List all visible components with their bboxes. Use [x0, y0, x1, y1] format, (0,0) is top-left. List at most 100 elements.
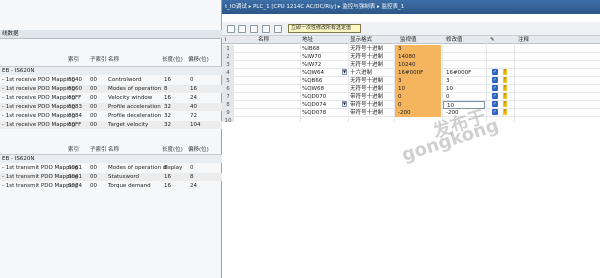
panel-title: 线数据: [0, 30, 222, 39]
grid-row[interactable]: 1 %IB68 无符号十进制 3: [222, 45, 600, 53]
pdo-name: Profile deceleration: [108, 113, 162, 119]
modify-checkbox[interactable]: ✓: [492, 93, 498, 99]
pdo-offset: 72: [190, 113, 197, 119]
modify-checkbox[interactable]: ✓: [492, 85, 498, 91]
pdo-name: Profile acceleration: [108, 104, 161, 110]
pdo-index: 6040: [68, 77, 82, 83]
grid-row[interactable]: 6 %QW68 无符号十进制 10 10 ✓!: [222, 85, 600, 93]
pdo-name: Target velocity: [108, 122, 149, 128]
pdo-subindex: 00: [90, 174, 97, 180]
insert-row-icon[interactable]: [227, 25, 235, 33]
rx-table-header: 索引 子索引 名称 长度(位) 偏移(位): [0, 56, 222, 64]
pdo-offset: 16: [190, 86, 197, 92]
modify-value[interactable]: 10: [446, 85, 453, 93]
row-number: 4: [222, 69, 234, 77]
rx-group-label[interactable]: EB - IS620N: [0, 66, 222, 75]
grid-separator: [442, 36, 443, 122]
col-modify-value: 修改值: [446, 37, 463, 43]
col-name-header: 名称: [108, 57, 120, 63]
pdo-row[interactable]: - 1st receive PDO Mapping 60FF 00 Velocity …: [0, 94, 222, 102]
modify-value[interactable]: 16#000F: [446, 69, 471, 77]
col-name-header: 名称: [108, 147, 120, 153]
monitor-value: 14080: [398, 54, 416, 60]
grid-row[interactable]: 4 %QW64 十六进制 16#000F 16#000F ▼ ✓!: [222, 69, 600, 77]
monitor-value: 10240: [398, 62, 416, 68]
address-cell[interactable]: %QD070: [302, 93, 326, 101]
format-cell[interactable]: 带符号十进制: [350, 109, 383, 117]
io-data-panel: 线数据 索引 子索引 名称 长度(位) 偏移(位) EB - IS620N - …: [0, 0, 222, 278]
modify-checkbox[interactable]: ✓: [492, 69, 498, 75]
pdo-mapping: - 1st transmit PDO Mapping: [2, 174, 79, 180]
pdo-mapping: - 1st receive PDO Mapping: [2, 77, 76, 83]
grid-row[interactable]: 7 %QD070 带符号十进制 0 0 ✓!: [222, 93, 600, 101]
address-cell[interactable]: %IW70: [302, 53, 321, 61]
format-cell[interactable]: 无符号十进制: [350, 53, 383, 61]
grid-row[interactable]: 9 %QD078 带符号十进制 -200 -200 ✓!: [222, 109, 600, 117]
pdo-row[interactable]: - 1st transmit PDO Mapping 6061 00 Modes of…: [0, 164, 222, 172]
col-display-format: 显示格式: [350, 37, 373, 43]
pdo-row[interactable]: - 1st transmit PDO Mapping 6041 00 Statuswo…: [0, 173, 222, 181]
pdo-index: 6060: [68, 86, 82, 92]
address-cell[interactable]: %IW72: [302, 61, 321, 69]
pdo-offset: 40: [190, 104, 197, 110]
grid-separator: [514, 36, 515, 122]
modify-value[interactable]: 0: [446, 93, 450, 101]
grid-row[interactable]: 5 %QB66 无符号十进制 3 3 ✓!: [222, 77, 600, 85]
col-length-header: 长度(位): [162, 147, 183, 153]
address-cell[interactable]: %QB66: [302, 77, 322, 85]
format-dropdown-icon[interactable]: ▼: [342, 69, 347, 75]
pdo-mapping: - 1st receive PDO Mapping: [2, 122, 76, 128]
address-cell[interactable]: %QW64: [302, 69, 324, 77]
pdo-offset: 0: [190, 165, 194, 171]
col-subindex-header: 子索引: [90, 57, 107, 63]
pdo-offset: 104: [190, 122, 201, 128]
col-length-header: 长度(位): [162, 57, 183, 63]
trigger-modify-icon[interactable]: [274, 25, 282, 33]
format-cell[interactable]: 带符号十进制: [350, 93, 383, 101]
address-cell[interactable]: %QW68: [302, 85, 324, 93]
pdo-length: 32: [164, 104, 171, 110]
format-cell[interactable]: 无符号十进制: [350, 85, 383, 93]
toolbar-tooltip: 立即一次性修改所有选定值: [288, 24, 361, 33]
pdo-name: Statusword: [108, 174, 140, 180]
pdo-mapping: - 1st transmit PDO Mapping: [2, 183, 79, 189]
format-dropdown-icon[interactable]: ▼: [342, 101, 347, 107]
col-row-number: i: [225, 37, 227, 43]
pdo-offset: 24: [190, 183, 197, 189]
row-number: 8: [222, 101, 234, 109]
format-cell[interactable]: 带符号十进制: [350, 101, 383, 109]
row-number: 3: [222, 61, 234, 69]
pdo-offset: 0: [190, 77, 194, 83]
add-row-icon[interactable]: [238, 25, 246, 33]
modify-checkbox[interactable]: ✓: [492, 101, 498, 107]
pdo-row[interactable]: - 1st transmit PDO Mapping 6074 00 Torque d…: [0, 182, 222, 190]
pdo-row[interactable]: - 1st receive PDO Mapping 60FF 00 Target ve…: [0, 121, 222, 129]
modify-value[interactable]: 3: [446, 77, 450, 85]
pdo-row[interactable]: - 1st receive PDO Mapping 6084 00 Profile d…: [0, 112, 222, 120]
format-cell[interactable]: 无符号十进制: [350, 61, 383, 69]
col-address: 地址: [302, 37, 314, 43]
address-cell[interactable]: %IB68: [302, 45, 320, 53]
pdo-row[interactable]: - 1st receive PDO Mapping 6060 00 Modes of …: [0, 85, 222, 93]
tx-group-label[interactable]: EB - IS620N: [0, 154, 222, 163]
format-cell[interactable]: 十六进制: [350, 69, 372, 77]
grid-row[interactable]: 8 %QD074 带符号十进制 0 10 ▼ ✓!: [222, 101, 600, 109]
modify-checkbox[interactable]: ✓: [492, 109, 498, 115]
grid-row[interactable]: 2 %IW70 无符号十进制 14080: [222, 53, 600, 61]
address-cell[interactable]: %QD074: [302, 101, 326, 109]
grid-row[interactable]: 3 %IW72 无符号十进制 10240: [222, 61, 600, 69]
pdo-offset: 24: [190, 95, 197, 101]
col-offset-header: 偏移(位): [188, 147, 209, 153]
pdo-offset: 8: [190, 174, 194, 180]
force-icon[interactable]: [262, 25, 270, 33]
col-offset-header: 偏移(位): [188, 57, 209, 63]
row-number: 5: [222, 77, 234, 85]
pdo-row[interactable]: - 1st receive PDO Mapping 6083 00 Profile a…: [0, 103, 222, 111]
format-cell[interactable]: 无符号十进制: [350, 77, 383, 85]
pdo-row[interactable]: - 1st receive PDO Mapping 6040 00 Controlwo…: [0, 76, 222, 84]
modify-now-icon[interactable]: [250, 25, 258, 33]
warning-icon: !: [503, 77, 507, 83]
format-cell[interactable]: 无符号十进制: [350, 45, 383, 53]
modify-checkbox[interactable]: ✓: [492, 77, 498, 83]
address-cell[interactable]: %QD078: [302, 109, 326, 117]
